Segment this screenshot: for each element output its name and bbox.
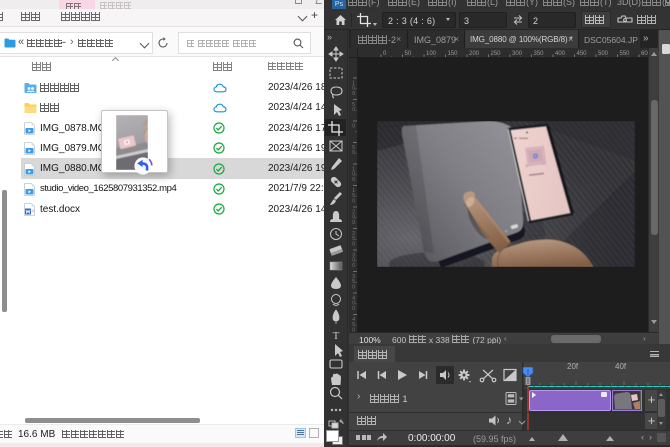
svg-text:0: 0: [352, 306, 355, 312]
svg-text:450: 450: [577, 51, 588, 57]
svg-text:40f: 40f: [615, 362, 627, 371]
svg-text:0: 0: [352, 124, 355, 130]
svg-text:T: T: [333, 330, 340, 342]
svg-text:600: 600: [641, 51, 648, 57]
svg-text:0: 0: [352, 241, 355, 247]
svg-text:500: 500: [598, 51, 609, 57]
svg-text:550: 550: [620, 51, 631, 57]
svg-text:0: 0: [352, 177, 355, 183]
svg-text:250: 250: [491, 51, 502, 57]
svg-text:0: 0: [352, 198, 355, 204]
svg-text:0: 0: [352, 91, 355, 97]
svg-text:50: 50: [405, 51, 412, 57]
svg-text:0: 0: [352, 284, 355, 290]
svg-text:20f: 20f: [567, 362, 579, 371]
svg-text:350: 350: [534, 51, 545, 57]
svg-text:0: 0: [352, 263, 355, 269]
svg-text:0: 0: [352, 150, 355, 156]
svg-text:0: 0: [352, 107, 355, 113]
svg-text:200: 200: [469, 51, 480, 57]
svg-text:100: 100: [426, 51, 437, 57]
svg-text:0: 0: [352, 220, 355, 226]
svg-text:400: 400: [555, 51, 566, 57]
svg-text:300: 300: [512, 51, 523, 57]
svg-text:150: 150: [448, 51, 459, 57]
